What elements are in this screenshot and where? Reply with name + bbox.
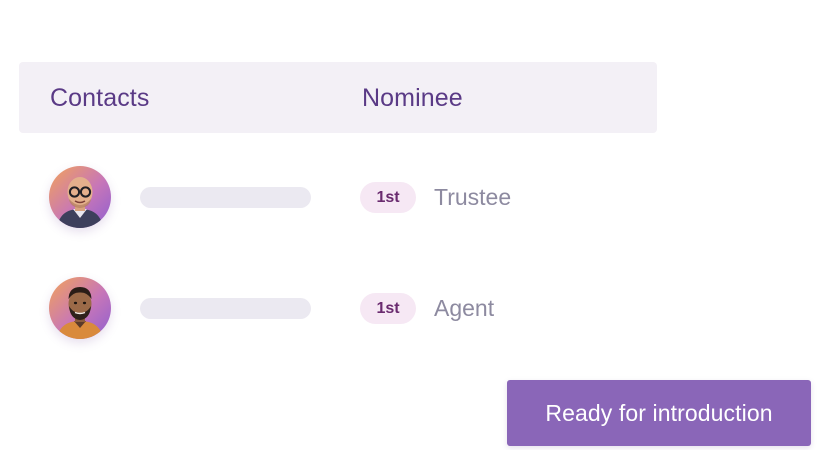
ready-for-introduction-button[interactable]: Ready for introduction [507, 380, 811, 446]
nominee-column-header: Nominee [362, 84, 463, 112]
nominee-panel: Contacts Nominee 1st Trustee 1st Agent R… [0, 0, 832, 450]
nominee-role: Trustee [434, 184, 512, 210]
avatar [49, 166, 111, 228]
avatar [49, 277, 111, 339]
rank-badge: 1st [360, 182, 416, 213]
contacts-column-header: Contacts [50, 84, 150, 112]
rank-badge: 1st [360, 293, 416, 324]
contact-row[interactable]: 1st Trustee [0, 163, 832, 233]
contact-name-placeholder [140, 298, 311, 319]
contact-name-placeholder [140, 187, 311, 208]
avatar-bearded-man-image [49, 277, 111, 339]
contact-row[interactable]: 1st Agent [0, 274, 832, 344]
avatar-bald-glasses-man-image [49, 166, 111, 228]
nominee-role: Agent [434, 295, 495, 321]
table-header: Contacts Nominee [19, 62, 657, 133]
